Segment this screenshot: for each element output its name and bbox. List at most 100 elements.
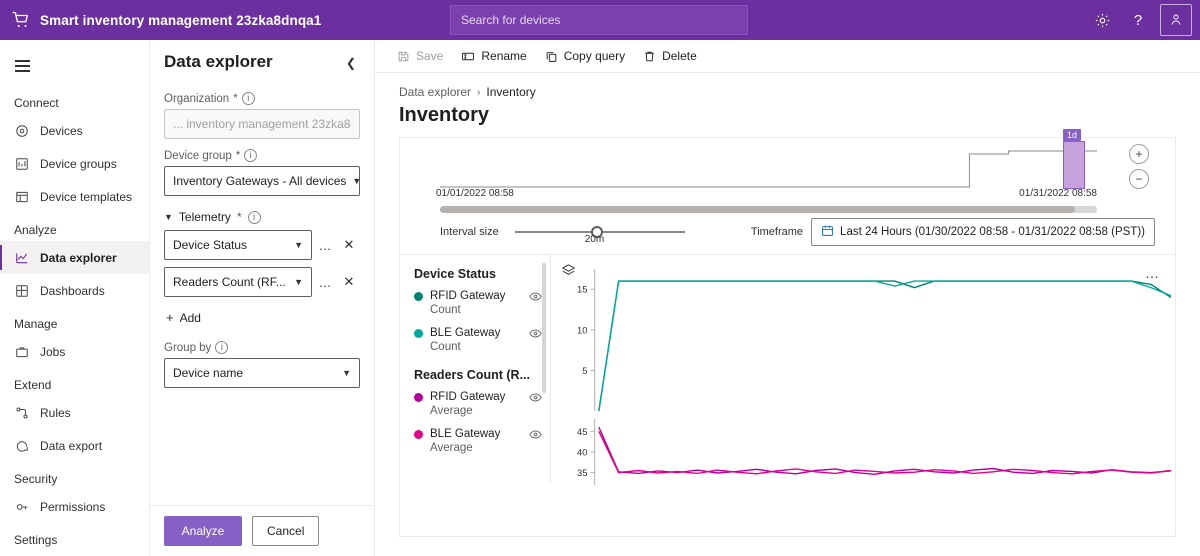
delete-button[interactable]: Delete (635, 40, 705, 73)
nav-section-connect: Connect (14, 96, 59, 110)
breadcrumb: Data explorer › Inventory (399, 85, 1176, 99)
rename-button[interactable]: Rename (453, 40, 534, 73)
legend-item[interactable]: BLE Gateway Average (414, 427, 542, 455)
cancel-button[interactable]: Cancel (252, 516, 320, 546)
chevron-down-icon: ▼ (352, 176, 359, 186)
timeline-scrollbar-thumb[interactable] (440, 206, 1075, 213)
hamburger-icon[interactable] (0, 46, 44, 86)
timeframe-value: Last 24 Hours (01/30/2022 08:58 - 01/31/… (840, 226, 1145, 238)
device-group-select[interactable]: Inventory Gateways - All devices ▼ (164, 166, 360, 196)
legend-color-swatch (414, 430, 423, 439)
eye-icon[interactable] (529, 429, 542, 443)
chevron-down-icon: ▼ (294, 277, 303, 287)
sidebar-item-dashboards[interactable]: Dashboards (0, 274, 149, 307)
command-bar: Save Rename Copy query Delete (375, 40, 1200, 73)
close-icon[interactable]: ✕ (338, 268, 360, 296)
organization-input[interactable] (164, 109, 360, 139)
eye-icon[interactable] (529, 328, 542, 342)
organization-label: Organization * i (164, 92, 360, 105)
interval-size-value: 20m (584, 234, 605, 245)
legend-item-text: RFID Gateway Average (430, 390, 522, 418)
gear-icon[interactable] (1086, 4, 1118, 36)
close-icon[interactable]: ✕ (338, 231, 360, 259)
nav-section-settings: Settings (14, 533, 58, 547)
sidebar-item-devices[interactable]: Devices (0, 114, 149, 147)
legend-item[interactable]: RFID Gateway Count (414, 289, 542, 317)
nav-section-security: Security (14, 472, 58, 486)
telemetry-group-header[interactable]: ▼ Telemetry * i (164, 210, 360, 224)
sidebar-item-data-export[interactable]: Data export (0, 429, 149, 462)
plus-icon: + (166, 310, 174, 325)
info-icon[interactable]: i (215, 341, 229, 354)
copy-query-button[interactable]: Copy query (537, 40, 633, 73)
breadcrumb-item-data-explorer[interactable]: Data explorer (399, 85, 471, 99)
telemetry-select-2[interactable]: Readers Count (RF... ▼ (164, 267, 312, 297)
legend-series-aggregate: Average (430, 442, 473, 454)
eye-icon[interactable] (529, 291, 542, 305)
info-icon[interactable]: i (241, 92, 255, 105)
sidebar-item-rules[interactable]: Rules (0, 396, 149, 429)
sidebar-item-label: Rules (40, 405, 71, 420)
timeframe-picker[interactable]: Last 24 Hours (01/30/2022 08:58 - 01/31/… (811, 218, 1155, 246)
telemetry-select-1[interactable]: Device Status ▼ (164, 230, 312, 260)
delete-label: Delete (662, 49, 697, 63)
interval-size-slider[interactable]: 20m (514, 220, 685, 245)
timeline-start-label: 01/01/2022 08:58 (436, 188, 514, 199)
chevron-down-icon: ▼ (294, 240, 303, 250)
chart-legend: Device Status RFID Gateway Count BLE Gat… (400, 255, 550, 484)
permissions-key-icon (14, 499, 30, 515)
ellipsis-icon[interactable]: … (1145, 265, 1161, 281)
sidebar-item-device-groups[interactable]: Device groups (0, 147, 149, 180)
nav-section-analyze: Analyze (14, 223, 57, 237)
legend-series-name: BLE Gateway (430, 327, 501, 339)
timeline-scrollbar[interactable] (440, 206, 1097, 213)
page-title: Inventory (399, 104, 490, 126)
sidebar-item-permissions[interactable]: Permissions (0, 490, 149, 523)
zoom-in-icon[interactable]: + (1129, 144, 1149, 164)
sidebar-item-label: Data export (40, 438, 103, 453)
svg-text:10: 10 (577, 325, 587, 335)
legend-scrollbar[interactable] (542, 263, 546, 393)
device-groups-icon (14, 156, 30, 172)
ellipsis-icon[interactable]: … (314, 268, 336, 296)
legend-series-name: RFID Gateway (430, 391, 506, 403)
question-mark-icon[interactable]: ? (1122, 4, 1154, 36)
chevron-left-icon[interactable]: ❮ (342, 52, 360, 74)
device-group-label-text: Device group (164, 149, 232, 162)
group-by-select[interactable]: Device name ▼ (164, 358, 360, 388)
legend-item[interactable]: BLE Gateway Count (414, 326, 542, 354)
legend-series-name: BLE Gateway (430, 428, 501, 440)
eye-icon[interactable] (529, 392, 542, 406)
sidebar-item-label: Jobs (40, 344, 66, 359)
telemetry-label: Telemetry (178, 210, 231, 224)
panel-title: Data explorer (164, 52, 273, 71)
add-telemetry-button[interactable]: + Add (164, 304, 360, 331)
info-icon[interactable]: i (244, 149, 258, 162)
ellipsis-icon[interactable]: … (314, 231, 336, 259)
copy-icon (545, 50, 558, 63)
timeframe-control: Timeframe Last 24 Hours (01/30/2022 08:5… (751, 218, 1155, 246)
save-button[interactable]: Save (389, 40, 451, 73)
sidebar-item-jobs[interactable]: Jobs (0, 335, 149, 368)
analyze-button[interactable]: Analyze (164, 516, 242, 546)
line-chart-icon (14, 250, 30, 266)
person-badge-icon[interactable] (1160, 4, 1192, 36)
timeline-navigator: 1d + − 01/01/2022 08:58 01/31/2022 08:58 (400, 129, 1175, 213)
device-group-label: Device group * i (164, 149, 360, 162)
telemetry-value-2: Readers Count (RF... (173, 275, 286, 289)
zoom-out-icon[interactable]: − (1129, 169, 1149, 189)
chevron-down-icon: ▼ (164, 212, 173, 222)
sidebar-item-data-explorer[interactable]: Data explorer (0, 241, 149, 274)
chevron-down-icon: ▼ (342, 368, 351, 378)
sidebar-item-device-templates[interactable]: Device templates (0, 180, 149, 213)
search-input[interactable] (450, 5, 748, 35)
timeline-range-handle[interactable]: 1d (1063, 129, 1085, 189)
chart-lower-area: Device Status RFID Gateway Count BLE Gat… (400, 254, 1175, 485)
group-by-label: Group by i (164, 341, 360, 354)
legend-item[interactable]: RFID Gateway Average (414, 390, 542, 418)
layers-icon[interactable] (561, 263, 576, 281)
info-icon[interactable]: i (247, 210, 261, 224)
sidebar-item-label: Device groups (40, 156, 117, 171)
required-asterisk: * (233, 92, 238, 105)
device-group-value: Inventory Gateways - All devices (173, 174, 347, 188)
